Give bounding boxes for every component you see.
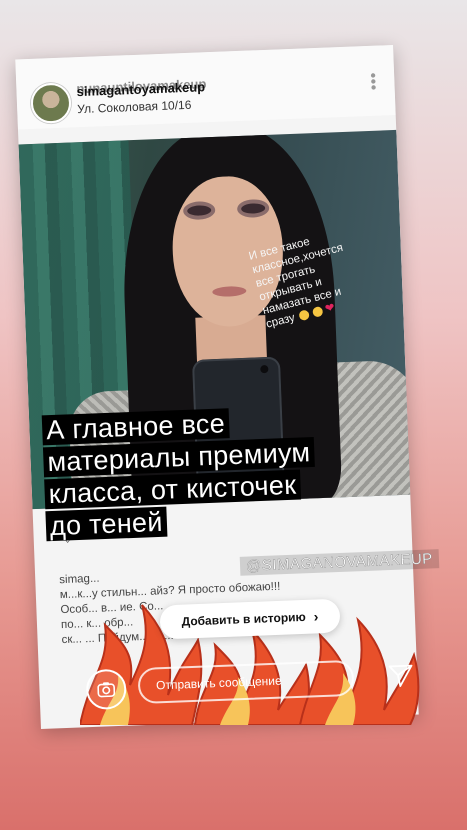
camera-icon <box>97 682 116 698</box>
chevron-right-icon: › <box>313 608 319 625</box>
post-header: nunauntilovamakeup simagantoyamakeup Ул.… <box>15 44 396 130</box>
message-placeholder: Отправить сообщение <box>155 673 282 693</box>
add-to-story-button[interactable]: Добавить в историю › <box>159 598 341 640</box>
username[interactable]: nunauntilovamakeup simagantoyamakeup <box>76 76 207 99</box>
avatar[interactable] <box>30 82 72 124</box>
camera-button[interactable] <box>85 668 127 711</box>
story-text-overlay: А главное все материалы премиум класса, … <box>41 402 377 543</box>
phone-camera <box>260 365 269 374</box>
overlay-line: до теней <box>45 506 168 542</box>
more-vertical-icon[interactable]: • • • <box>370 68 377 97</box>
heart-eyes-icon: ❤ <box>323 301 337 316</box>
emoji-icon <box>297 309 310 322</box>
location-label[interactable]: Ул. Соколовая 10/16 <box>77 98 192 116</box>
add-to-story-label: Добавить в историю <box>181 609 306 629</box>
emoji-icon <box>311 305 324 318</box>
message-input[interactable]: Отправить сообщение <box>137 659 355 705</box>
send-icon[interactable] <box>387 662 414 689</box>
overlay-line: А главное все <box>41 408 230 446</box>
